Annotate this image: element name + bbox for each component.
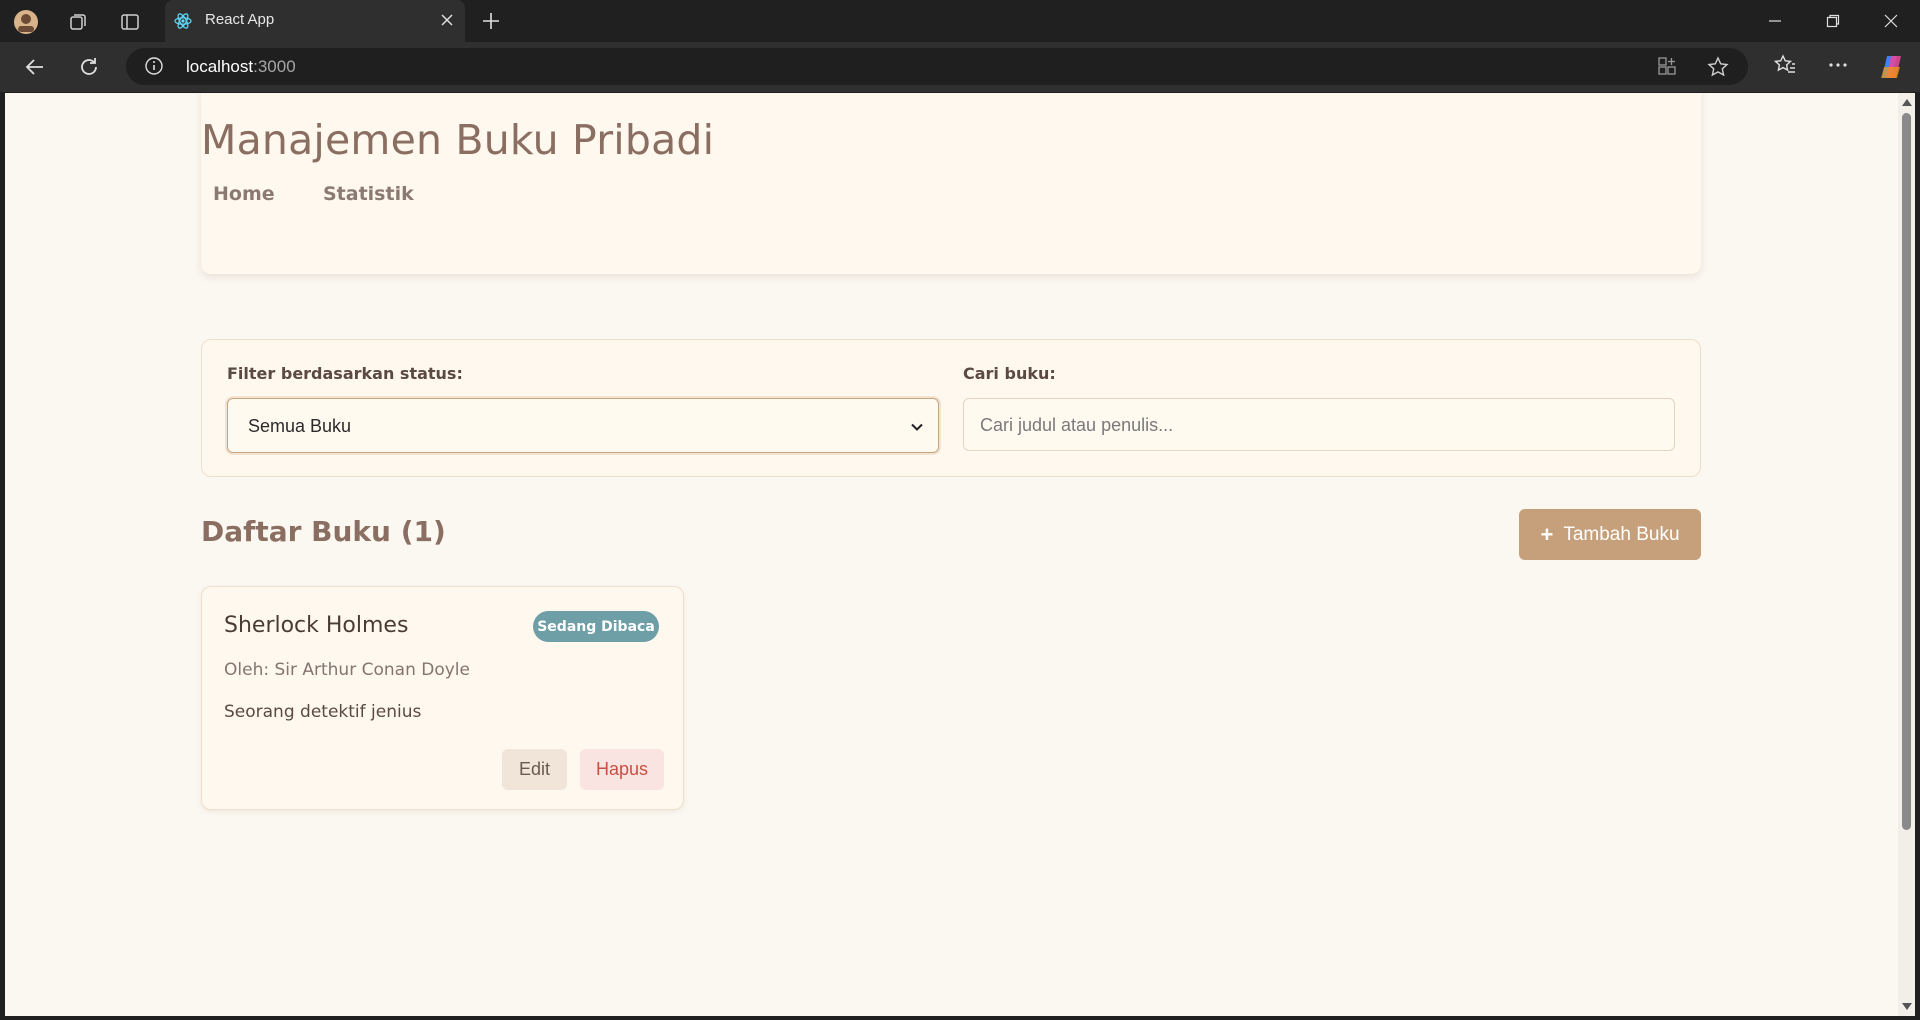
browser-tab-strip: React App: [0, 0, 1920, 42]
scroll-down-icon[interactable]: [1902, 1003, 1912, 1010]
search-label: Cari buku:: [963, 364, 1056, 383]
react-favicon-icon: [173, 11, 193, 35]
browser-toolbar: localhost:3000: [0, 42, 1920, 92]
nav-link-statistik[interactable]: Statistik: [323, 183, 414, 205]
address-bar[interactable]: localhost:3000: [126, 48, 1748, 85]
plus-icon: +: [1540, 521, 1554, 547]
page-title: Manajemen Buku Pribadi: [201, 116, 715, 164]
restore-icon[interactable]: [1813, 6, 1853, 36]
workspaces-icon[interactable]: [64, 8, 92, 36]
favorite-star-icon[interactable]: [1707, 56, 1729, 82]
copilot-icon[interactable]: [1878, 53, 1906, 85]
delete-button[interactable]: Hapus: [580, 749, 664, 790]
profile-avatar-icon[interactable]: [12, 8, 40, 36]
close-window-icon[interactable]: [1871, 6, 1911, 36]
search-placeholder: Cari judul atau penulis...: [980, 415, 1174, 435]
search-input[interactable]: Cari judul atau penulis...: [963, 398, 1675, 451]
book-author: Oleh: Sir Arthur Conan Doyle: [224, 660, 470, 680]
tab-actions-icon[interactable]: [116, 8, 144, 36]
status-filter-select[interactable]: Semua Buku: [227, 398, 939, 453]
browser-tab-active[interactable]: React App: [165, 0, 465, 42]
edit-button[interactable]: Edit: [502, 749, 567, 790]
filter-panel: Filter berdasarkan status: Semua Buku Ca…: [201, 339, 1701, 477]
more-icon[interactable]: [1826, 53, 1850, 81]
refresh-icon[interactable]: [74, 52, 104, 82]
book-list-title: Daftar Buku (1): [201, 515, 446, 548]
app-header: Manajemen Buku Pribadi Home Statistik: [201, 93, 1701, 274]
book-card: Sherlock Holmes Sedang Dibaca Oleh: Sir …: [201, 586, 684, 810]
vertical-scrollbar[interactable]: [1898, 93, 1915, 1016]
chevron-down-icon: [910, 419, 924, 438]
app-available-icon[interactable]: [1657, 56, 1677, 80]
info-icon[interactable]: [144, 56, 164, 80]
tab-title: React App: [205, 11, 275, 28]
status-filter-value: Semua Buku: [248, 416, 352, 436]
favorites-icon[interactable]: [1773, 53, 1797, 81]
url-text: localhost:3000: [186, 57, 296, 76]
close-icon[interactable]: [439, 12, 455, 32]
status-filter-label: Filter berdasarkan status:: [227, 364, 463, 383]
status-badge: Sedang Dibaca: [533, 611, 659, 642]
scrollbar-thumb[interactable]: [1902, 113, 1911, 830]
plus-icon[interactable]: [478, 8, 504, 38]
minimize-icon[interactable]: [1755, 6, 1795, 36]
book-title: Sherlock Holmes: [224, 613, 409, 638]
add-book-label: Tambah Buku: [1563, 523, 1680, 545]
book-description: Seorang detektif jenius: [224, 702, 422, 722]
page-viewport: Manajemen Buku Pribadi Home Statistik Fi…: [5, 93, 1898, 1016]
nav-link-home[interactable]: Home: [213, 183, 275, 205]
add-book-button[interactable]: + Tambah Buku: [1519, 509, 1701, 560]
scroll-up-icon[interactable]: [1902, 99, 1912, 106]
back-icon[interactable]: [20, 52, 50, 82]
